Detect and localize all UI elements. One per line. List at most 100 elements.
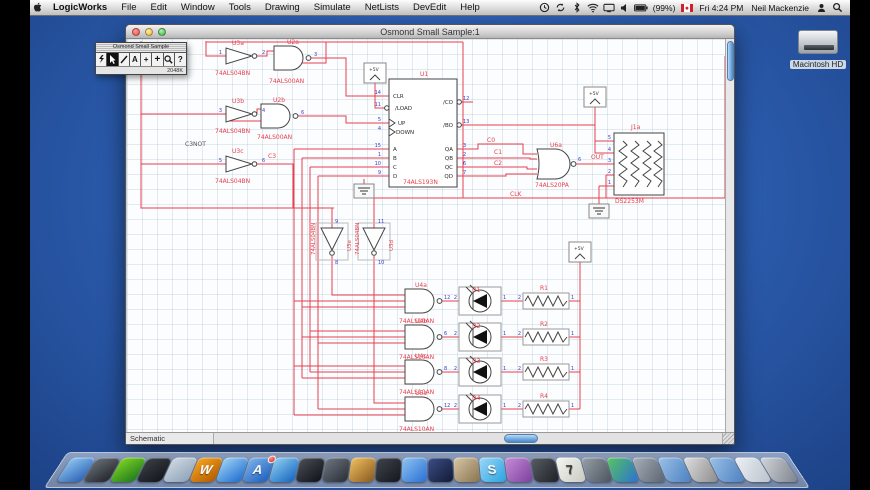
itunes-icon[interactable]	[400, 457, 427, 482]
power-5v-symbol-2[interactable]	[583, 86, 607, 108]
photo-booth-icon[interactable]	[529, 457, 560, 482]
sync-icon[interactable]	[554, 2, 568, 14]
menu-item-drawing[interactable]: Drawing	[258, 0, 307, 16]
terminal-icon[interactable]	[294, 457, 325, 482]
displays-icon[interactable]	[602, 2, 616, 14]
address-book-icon[interactable]	[452, 457, 480, 482]
power-5v-symbol-3[interactable]	[568, 241, 592, 263]
menu-item-file[interactable]: File	[114, 0, 143, 16]
apple-menu-icon[interactable]	[30, 2, 46, 13]
window-titlebar[interactable]: Osmond Small Sample:1	[126, 25, 734, 39]
u2b-nand-gate[interactable]	[260, 103, 299, 129]
palette-memory: 2048K	[96, 66, 186, 74]
u3c-inverter[interactable]	[225, 155, 258, 173]
resize-grip[interactable]	[722, 433, 734, 444]
schematic-label: QA	[445, 147, 453, 153]
schematic-label: CLR	[393, 94, 404, 100]
r3-resistor[interactable]	[522, 363, 570, 381]
wifi-icon[interactable]	[586, 2, 600, 14]
ground-symbol-2[interactable]	[588, 203, 610, 219]
schematic-canvas[interactable]: U3a 74ALS04BN U2a 74ALS00AN U3b 74ALS04BN U2b 7…	[127, 39, 727, 434]
horizontal-scroll-thumb[interactable]	[504, 434, 538, 443]
menu-item-window[interactable]: Window	[174, 0, 222, 16]
schematic-label: D2	[472, 323, 481, 330]
j1a-resistor-pack[interactable]	[613, 132, 665, 196]
schematic-label: +5V	[369, 67, 380, 73]
schematic-label: QB	[445, 156, 453, 162]
crosshair-tool[interactable]: +	[141, 53, 153, 66]
schematic-label: 11	[375, 102, 381, 108]
u3d-inverter-vertical[interactable]	[357, 222, 391, 261]
front-row-icon[interactable]	[427, 457, 454, 482]
clock-time[interactable]: Fri 4:24 PM	[696, 3, 746, 13]
schematic-label: 14	[375, 90, 381, 96]
u6a-gate[interactable]	[536, 148, 577, 180]
u4c-nand-gate[interactable]	[404, 359, 443, 385]
u4b-nand-gate[interactable]	[404, 324, 443, 350]
schematic-label: 74ALS193N	[403, 179, 438, 186]
r1-resistor[interactable]	[522, 292, 570, 310]
schematic-label: 6	[463, 161, 466, 167]
schematic-label: U2b	[273, 97, 285, 104]
folder-purple-icon[interactable]	[503, 457, 533, 482]
vertical-scrollbar[interactable]	[725, 39, 734, 434]
macintosh-hd-icon[interactable]: Macintosh HD	[786, 30, 850, 72]
activity-monitor-icon[interactable]	[374, 457, 402, 482]
schematic-label: 10	[375, 161, 381, 167]
u3e-inverter-vertical[interactable]	[315, 222, 349, 261]
skype-icon[interactable]: S	[478, 457, 507, 482]
desktop: LogicWorks File Edit Window Tools Drawin…	[30, 0, 850, 490]
schematic-label: DOWN	[396, 130, 414, 136]
schematic-label: 12	[444, 403, 450, 409]
schematic-label: C0	[487, 137, 495, 144]
schematic-label: 1	[571, 295, 574, 301]
schematic-label: 6	[444, 331, 447, 337]
menu-item-edit[interactable]: Edit	[144, 0, 174, 16]
hard-drive-icon	[798, 30, 838, 54]
u3a-inverter[interactable]	[225, 47, 258, 65]
idvd-icon[interactable]	[321, 457, 351, 482]
user-switcher[interactable]: Neil Mackenzie	[748, 3, 812, 13]
zoom-tool[interactable]	[163, 53, 175, 66]
line-tool[interactable]	[118, 53, 130, 66]
help-tool[interactable]: ?	[174, 53, 186, 66]
schematic-label: 74ALS00AN	[257, 134, 292, 141]
user-icon[interactable]	[814, 2, 828, 14]
schematic-label: 7	[463, 170, 466, 176]
u3b-inverter[interactable]	[225, 105, 258, 123]
menu-item-tools[interactable]: Tools	[222, 0, 258, 16]
power-5v-symbol-1[interactable]	[363, 62, 387, 84]
u5a-nand-gate[interactable]	[404, 396, 443, 422]
input-flag-icon[interactable]	[680, 2, 694, 14]
menu-item-help[interactable]: Help	[453, 0, 487, 16]
schematic-label: 9	[378, 170, 381, 176]
schematic-label: DS2253M	[615, 198, 644, 205]
iphoto-icon[interactable]	[347, 457, 376, 482]
schematic-label: U3a	[232, 40, 244, 47]
vertical-scroll-thumb[interactable]	[727, 41, 734, 81]
palette-title[interactable]: Osmond Small Sample	[96, 43, 186, 52]
u2a-nand-gate[interactable]	[273, 45, 312, 71]
zap-tool[interactable]	[96, 53, 108, 66]
ground-symbol-1[interactable]	[353, 183, 375, 199]
schematic-label: CLK	[510, 191, 523, 198]
menu-item-netlists[interactable]: NetLists	[358, 0, 406, 16]
schematic-label: D3	[472, 358, 481, 365]
timemachine-icon[interactable]	[538, 2, 552, 14]
r4-resistor[interactable]	[522, 400, 570, 418]
schematic-label: U1	[420, 71, 428, 78]
volume-icon[interactable]	[618, 2, 632, 14]
r2-resistor[interactable]	[522, 328, 570, 346]
spotlight-icon[interactable]	[830, 2, 844, 14]
arrow-tool[interactable]	[107, 53, 119, 66]
horizontal-scrollbar[interactable]	[214, 433, 722, 444]
plus-tool[interactable]: +	[152, 53, 164, 66]
menu-item-app[interactable]: LogicWorks	[46, 0, 114, 16]
bluetooth-icon[interactable]	[570, 2, 584, 14]
menu-item-simulate[interactable]: Simulate	[307, 0, 358, 16]
schematic-label: U3c	[232, 148, 244, 155]
menu-item-devedit[interactable]: DevEdit	[406, 0, 453, 16]
u4a-nand-gate[interactable]	[404, 288, 443, 314]
schematic-label: 12	[463, 96, 469, 102]
text-tool[interactable]: A	[129, 53, 141, 66]
